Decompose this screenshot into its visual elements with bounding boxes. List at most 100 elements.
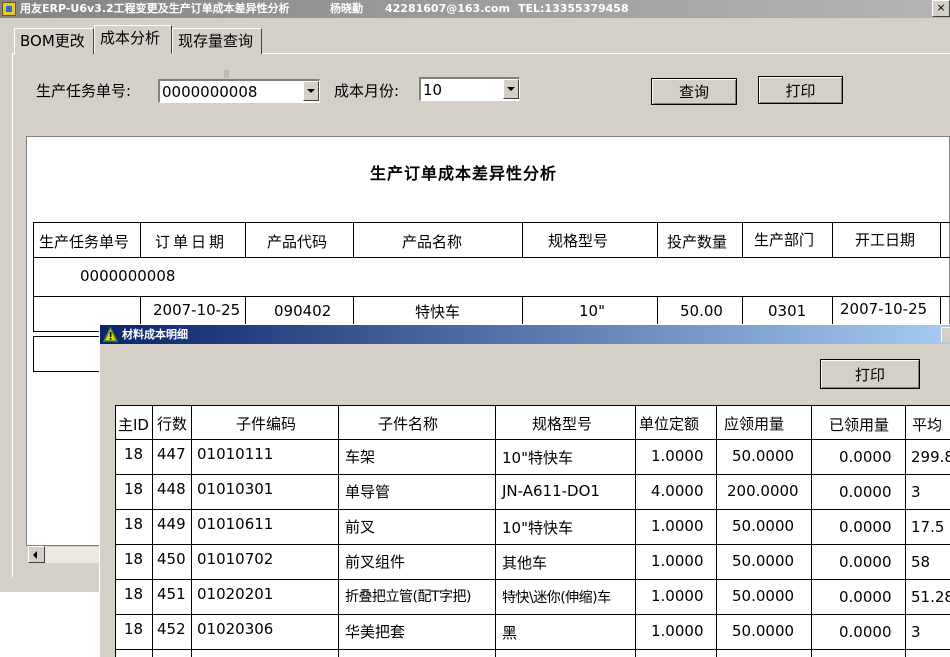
cost-month-label: 成本月份: bbox=[334, 82, 400, 100]
grid-line bbox=[115, 614, 950, 615]
cell-part-name: 前叉组件 bbox=[345, 553, 406, 571]
task-number-dropdown-icon[interactable] bbox=[303, 81, 319, 101]
report-grid-line bbox=[33, 336, 99, 337]
cell-unit-quota: 1.0000 bbox=[651, 622, 704, 640]
report-grid-line bbox=[33, 296, 34, 332]
cell-average: 299.8 bbox=[911, 448, 950, 466]
report-grid-line bbox=[33, 336, 34, 372]
cost-month-combo[interactable]: 10 bbox=[419, 77, 520, 101]
cell-spec: 10"特快车 bbox=[502, 449, 573, 467]
title-bar: 用友ERP-U6v3.2工程变更及生产订单成本差异性分析 杨晓勤 4228160… bbox=[0, 0, 950, 18]
report-cell-spec: 10" bbox=[579, 302, 605, 320]
grid-line bbox=[152, 405, 153, 657]
cell-part-code: 01010111 bbox=[197, 445, 274, 463]
report-cell-product-name: 特快车 bbox=[415, 303, 461, 321]
cell-used-qty: 0.0000 bbox=[839, 553, 892, 571]
window-close-button[interactable]: × bbox=[932, 0, 950, 17]
cell-spec: 其他车 bbox=[502, 554, 548, 572]
cell-main-id: 18 bbox=[124, 515, 144, 533]
cell-part-code: 01010611 bbox=[197, 515, 274, 533]
report-cell-order-date: 2007-10-25 bbox=[153, 301, 241, 319]
report-grid-line bbox=[832, 222, 833, 258]
tab-stock-query[interactable]: 现存量查询 bbox=[172, 28, 262, 54]
report-header-product-name: 产品名称 bbox=[402, 233, 463, 251]
child-print-button[interactable]: 打印 bbox=[820, 359, 920, 389]
cell-line-no: 452 bbox=[157, 620, 186, 638]
report-grid-line bbox=[353, 296, 354, 324]
cell-main-id: 18 bbox=[124, 585, 144, 603]
cell-part-code: 01010702 bbox=[197, 550, 274, 568]
cost-month-dropdown-icon[interactable] bbox=[503, 79, 519, 99]
grid-line bbox=[115, 649, 950, 650]
cell-line-no: 449 bbox=[157, 515, 186, 533]
query-button[interactable]: 查询 bbox=[651, 78, 737, 105]
report-header-order-date: 订单日期 bbox=[155, 233, 228, 251]
cell-spec: 黑 bbox=[502, 624, 518, 642]
grid-line bbox=[115, 405, 116, 657]
cell-part-code: 01010301 bbox=[197, 480, 274, 498]
report-grid-line bbox=[33, 296, 950, 297]
title-email: 42281607@163.com bbox=[385, 2, 510, 15]
title-author: 杨晓勤 bbox=[330, 2, 363, 15]
report-cell-product-code: 090402 bbox=[274, 302, 332, 320]
cell-part-name: 折叠把立管(配T字把) bbox=[345, 589, 471, 605]
grid-line bbox=[115, 405, 950, 406]
grid-header-part-code: 子件编码 bbox=[236, 415, 297, 433]
cell-line-no: 447 bbox=[157, 445, 186, 463]
cell-required-qty: 50.0000 bbox=[732, 622, 795, 640]
report-cell-start-date: 2007-10-25 bbox=[840, 300, 928, 318]
report-header-qty: 投产数量 bbox=[667, 233, 728, 251]
grid-header-unit-quota: 单位定额 bbox=[639, 415, 700, 433]
print-button[interactable]: 打印 bbox=[758, 76, 843, 104]
grid-line bbox=[115, 509, 950, 510]
cell-used-qty: 0.0000 bbox=[839, 518, 892, 536]
cell-average: 58 bbox=[911, 553, 931, 571]
report-grid-line bbox=[140, 222, 141, 258]
report-header-task-number: 生产任务单号 bbox=[39, 233, 130, 251]
cell-spec: JN-A611-DO1 bbox=[502, 482, 600, 500]
grid-header-used-qty: 已领用量 bbox=[829, 416, 890, 434]
report-grid-line bbox=[353, 222, 354, 258]
task-number-label: 生产任务单号: bbox=[36, 82, 132, 100]
report-grid-line bbox=[33, 222, 34, 258]
grid-header-line-no: 行数 bbox=[157, 415, 188, 433]
scroll-left-arrow-icon[interactable] bbox=[28, 546, 45, 563]
report-grid-line bbox=[33, 371, 99, 372]
tab-cost-analysis[interactable]: 成本分析 bbox=[94, 25, 172, 54]
cell-main-id: 18 bbox=[124, 550, 144, 568]
splitter-grip bbox=[224, 70, 229, 78]
cell-average: 3 bbox=[911, 623, 921, 641]
report-grid-line bbox=[33, 222, 950, 223]
report-group-task-number: 0000000008 bbox=[80, 267, 176, 285]
grid-line bbox=[115, 579, 950, 580]
grid-line bbox=[811, 405, 812, 657]
cell-used-qty: 0.0000 bbox=[839, 483, 892, 501]
report-grid-line bbox=[940, 296, 941, 324]
grid-line bbox=[115, 474, 950, 475]
report-grid-line bbox=[33, 331, 99, 332]
cell-spec: 特快\迷你(伸缩)车 bbox=[502, 590, 611, 606]
cost-month-value: 10 bbox=[423, 81, 443, 99]
cell-part-name: 前叉 bbox=[345, 518, 376, 536]
report-title: 生产订单成本差异性分析 bbox=[370, 164, 558, 183]
tab-bom-change[interactable]: BOM更改 bbox=[14, 28, 94, 54]
grid-line bbox=[191, 405, 192, 657]
report-grid-line bbox=[657, 222, 658, 258]
report-grid-line bbox=[522, 296, 523, 324]
cell-line-no: 450 bbox=[157, 550, 186, 568]
cell-required-qty: 200.0000 bbox=[727, 482, 799, 500]
grid-line bbox=[338, 405, 339, 657]
report-grid-line bbox=[657, 296, 658, 324]
cell-line-no: 451 bbox=[157, 585, 186, 603]
child-close-button[interactable] bbox=[941, 327, 950, 342]
grid-line bbox=[635, 405, 636, 657]
cell-part-code: 01020306 bbox=[197, 620, 274, 638]
title-text: 用友ERP-U6v3.2工程变更及生产订单成本差异性分析 bbox=[20, 2, 290, 15]
cell-main-id: 18 bbox=[124, 480, 144, 498]
task-number-combo[interactable]: 0000000008 bbox=[158, 79, 320, 103]
grid-header-spec: 规格型号 bbox=[532, 415, 593, 433]
task-number-value: 0000000008 bbox=[162, 83, 258, 101]
report-header-product-code: 产品代码 bbox=[267, 233, 328, 251]
grid-line bbox=[115, 439, 950, 440]
cell-main-id: 18 bbox=[124, 620, 144, 638]
